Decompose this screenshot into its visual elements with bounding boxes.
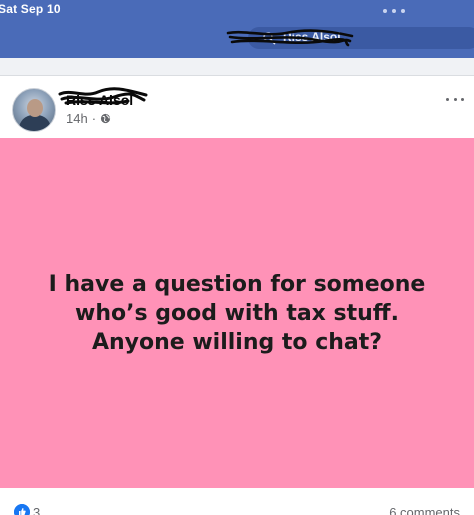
like-icon[interactable] (14, 504, 30, 515)
meta-separator: · (91, 111, 97, 126)
post-footer: 3 6 comments (0, 498, 474, 515)
avatar[interactable] (12, 88, 56, 132)
post-meta: 14h · (66, 111, 111, 126)
post-background: I have a question for someone who’s good… (0, 138, 474, 488)
search-bar[interactable] (248, 27, 474, 49)
search-icon (263, 32, 276, 45)
poster-name[interactable]: Riss Alsol (66, 92, 133, 108)
post-time[interactable]: 14h (66, 111, 88, 126)
multitasking-dots-icon[interactable] (383, 8, 405, 14)
search-text[interactable]: Riss Alsol (283, 30, 341, 44)
post-card: Riss Alsol 14h · I have a question for s… (0, 75, 474, 515)
more-options-icon[interactable] (446, 97, 464, 101)
top-bar: Sat Sep 10 Riss Alsol (0, 0, 474, 58)
comment-count[interactable]: 6 comments (389, 505, 460, 515)
facebook-post-screen: Sat Sep 10 Riss Alsol Riss Alsol 14h · I… (0, 0, 474, 515)
post-text: I have a question for someone who’s good… (48, 271, 426, 355)
reaction-count[interactable]: 3 (33, 505, 40, 515)
globe-icon (100, 113, 111, 124)
status-date: Sat Sep 10 (0, 2, 61, 16)
